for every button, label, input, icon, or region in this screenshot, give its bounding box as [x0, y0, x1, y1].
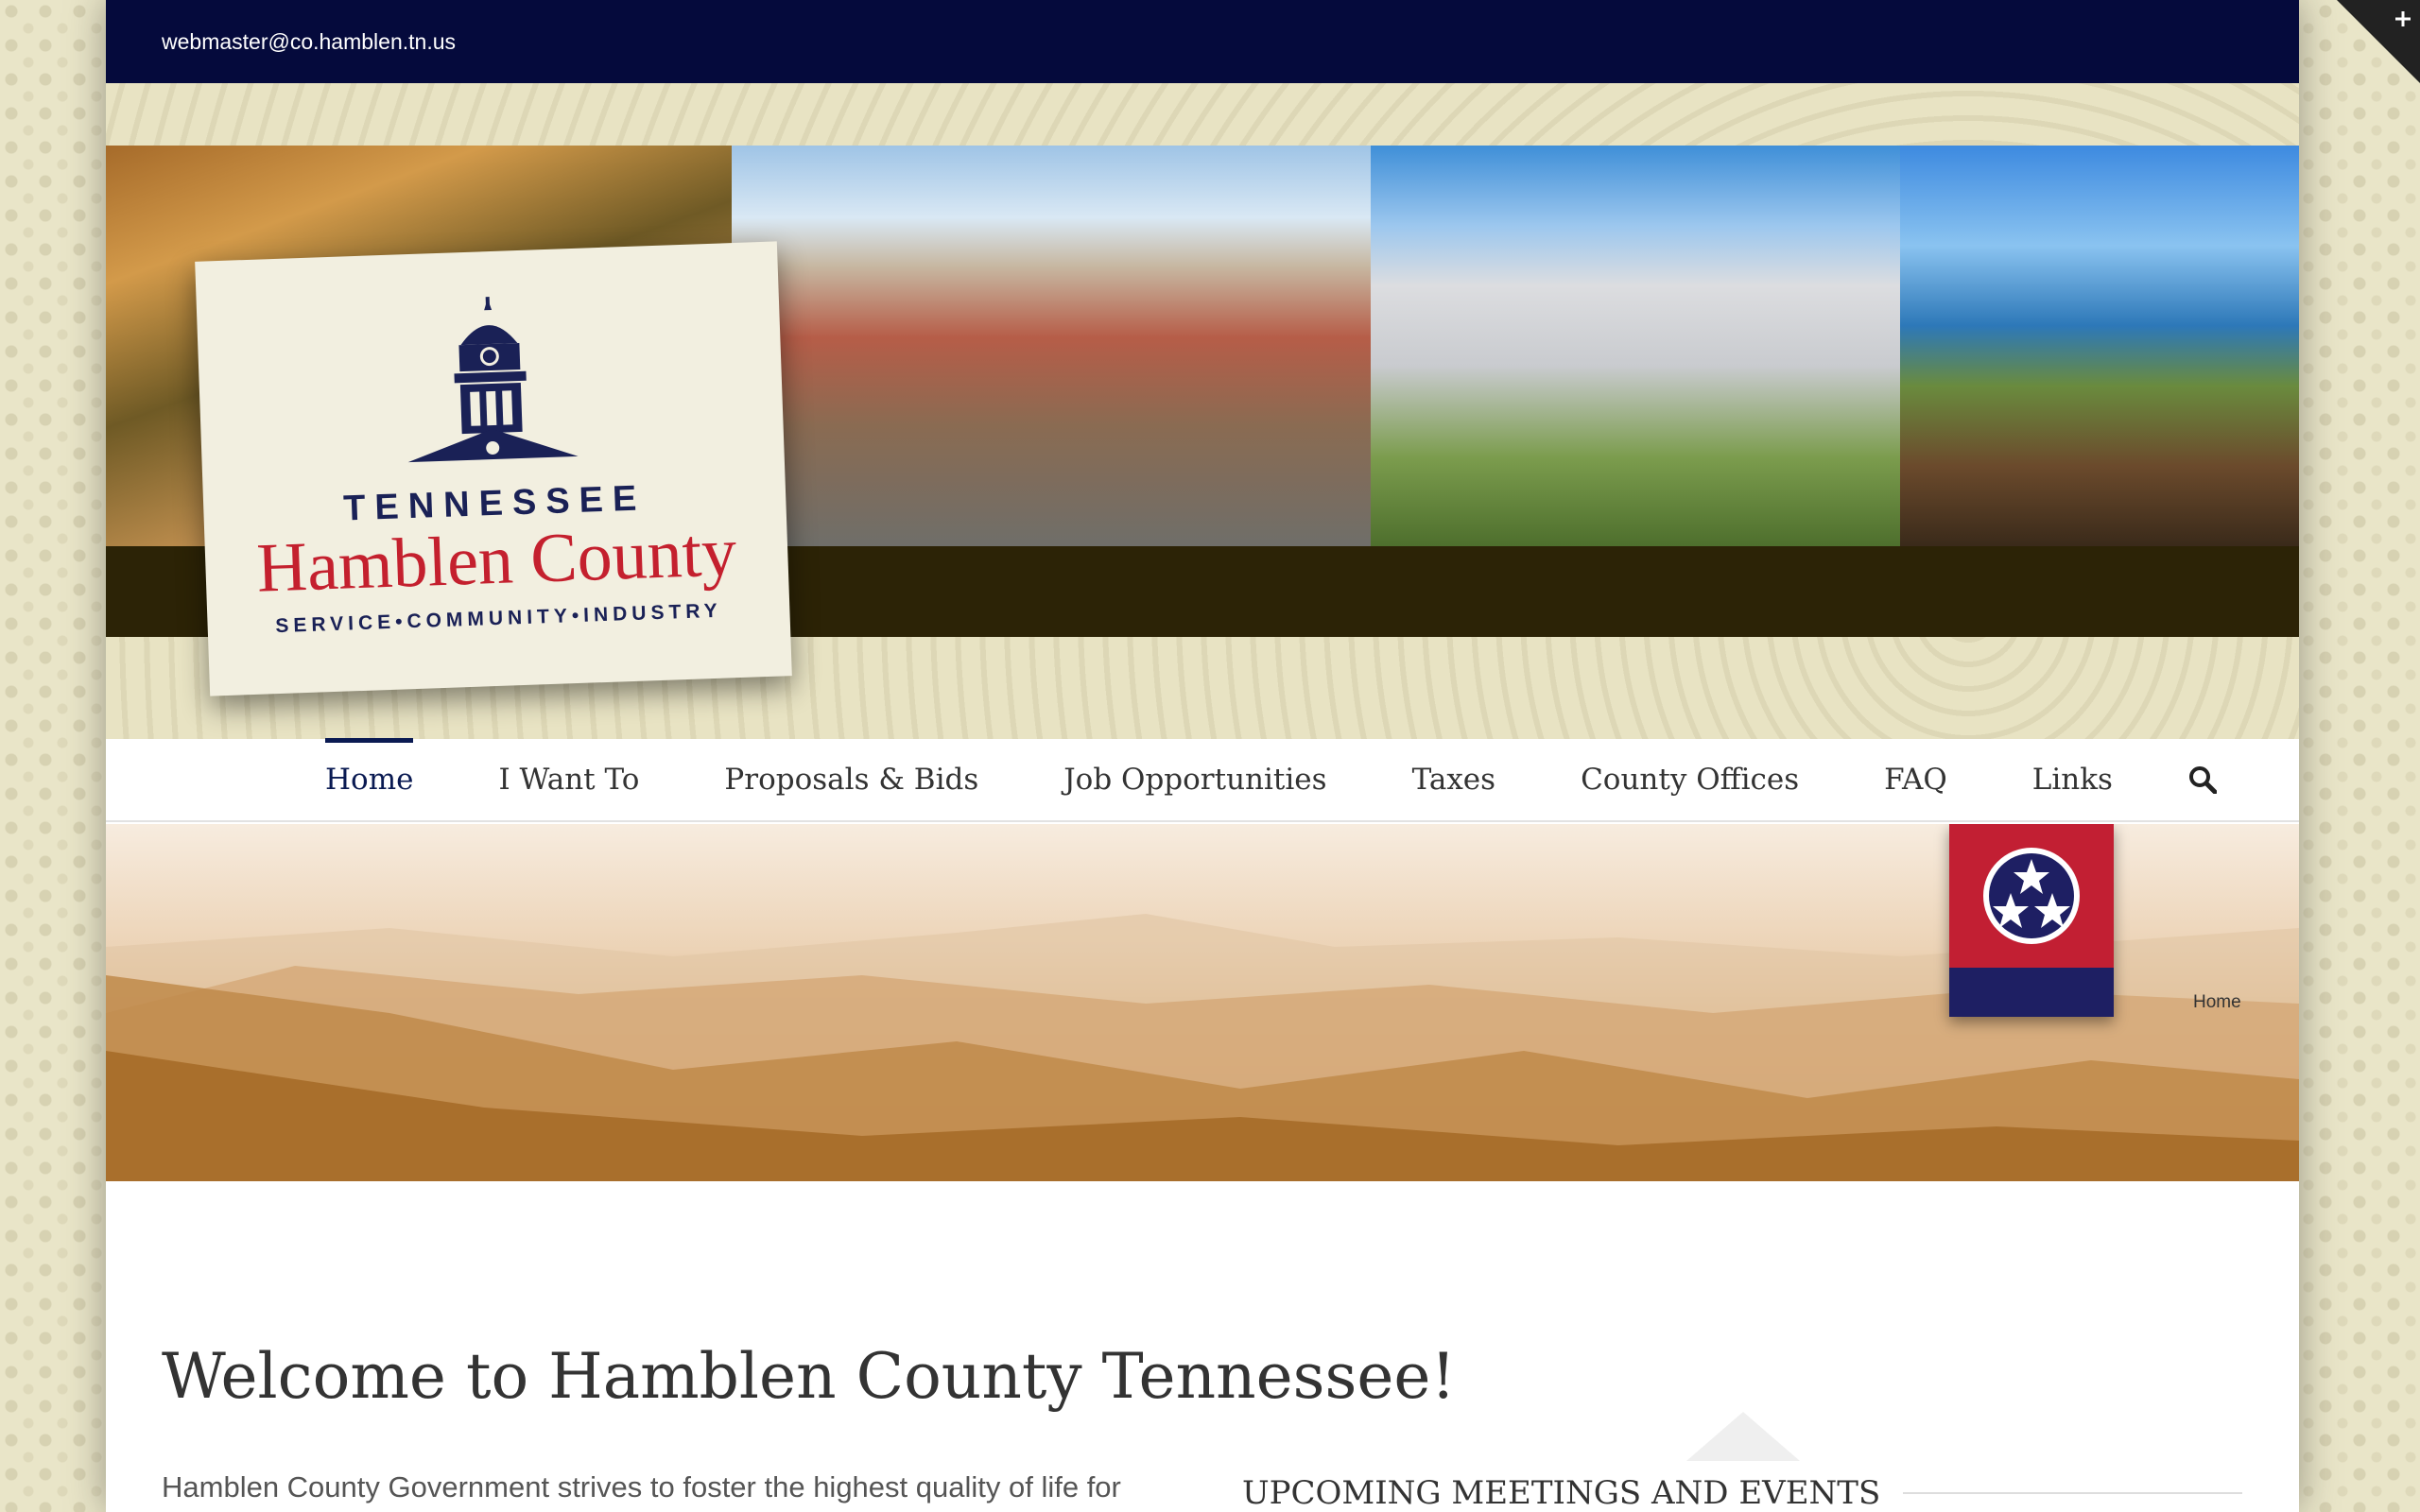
events-heading: UPCOMING MEETINGS AND EVENTS [1242, 1474, 2242, 1512]
nav-item-faq[interactable]: FAQ [1884, 738, 1947, 821]
page-container: webmaster@co.hamblen.tn.us TENNESSEE Ham… [106, 0, 2299, 1512]
nav-item-county-offices[interactable]: County Offices [1581, 738, 1799, 821]
main-content: Welcome to Hamblen County Tennessee! Ham… [106, 1181, 2299, 1512]
downtown-photo [732, 146, 1371, 546]
nav-item-proposals-bids[interactable]: Proposals & Bids [724, 738, 978, 821]
events-tab-pointer [1686, 1412, 1800, 1461]
top-bar: webmaster@co.hamblen.tn.us [106, 0, 2299, 83]
main-navigation: Home I Want To Proposals & Bids Job Oppo… [106, 738, 2299, 822]
hero-image: Home [106, 824, 2299, 1181]
search-icon[interactable] [2188, 765, 2217, 794]
site-logo[interactable]: TENNESSEE Hamblen County SERVICE•COMMUNI… [195, 241, 792, 696]
events-title-text: UPCOMING MEETINGS AND EVENTS [1242, 1474, 1881, 1512]
breadcrumb-home[interactable]: Home [2193, 992, 2241, 1013]
expand-corner-icon[interactable] [2337, 0, 2420, 83]
site-header: TENNESSEE Hamblen County SERVICE•COMMUNI… [106, 83, 2299, 739]
page-title: Welcome to Hamblen County Tennessee! [162, 1340, 1457, 1413]
tennessee-flag-badge [1949, 824, 2114, 1017]
nav-item-taxes[interactable]: Taxes [1412, 738, 1496, 821]
courthouse-photo [1371, 146, 1900, 546]
nav-item-job-opportunities[interactable]: Job Opportunities [1063, 738, 1326, 821]
logo-county-text: Hamblen County [255, 513, 738, 608]
events-widget: UPCOMING MEETINGS AND EVENTS [1242, 1474, 2242, 1512]
logo-tagline: SERVICE•COMMUNITY•INDUSTRY [274, 599, 723, 637]
nav-item-i-want-to[interactable]: I Want To [498, 738, 639, 821]
lake-overlook-photo [1900, 146, 2299, 546]
clocktower-icon [407, 297, 579, 463]
tri-star-icon [1983, 848, 2080, 944]
intro-text: Hamblen County Government strives to fos… [162, 1470, 1121, 1503]
events-divider [1903, 1492, 2242, 1494]
nav-item-links[interactable]: Links [2032, 738, 2113, 821]
nav-item-home[interactable]: Home [325, 738, 414, 821]
webmaster-email-link[interactable]: webmaster@co.hamblen.tn.us [162, 29, 456, 55]
